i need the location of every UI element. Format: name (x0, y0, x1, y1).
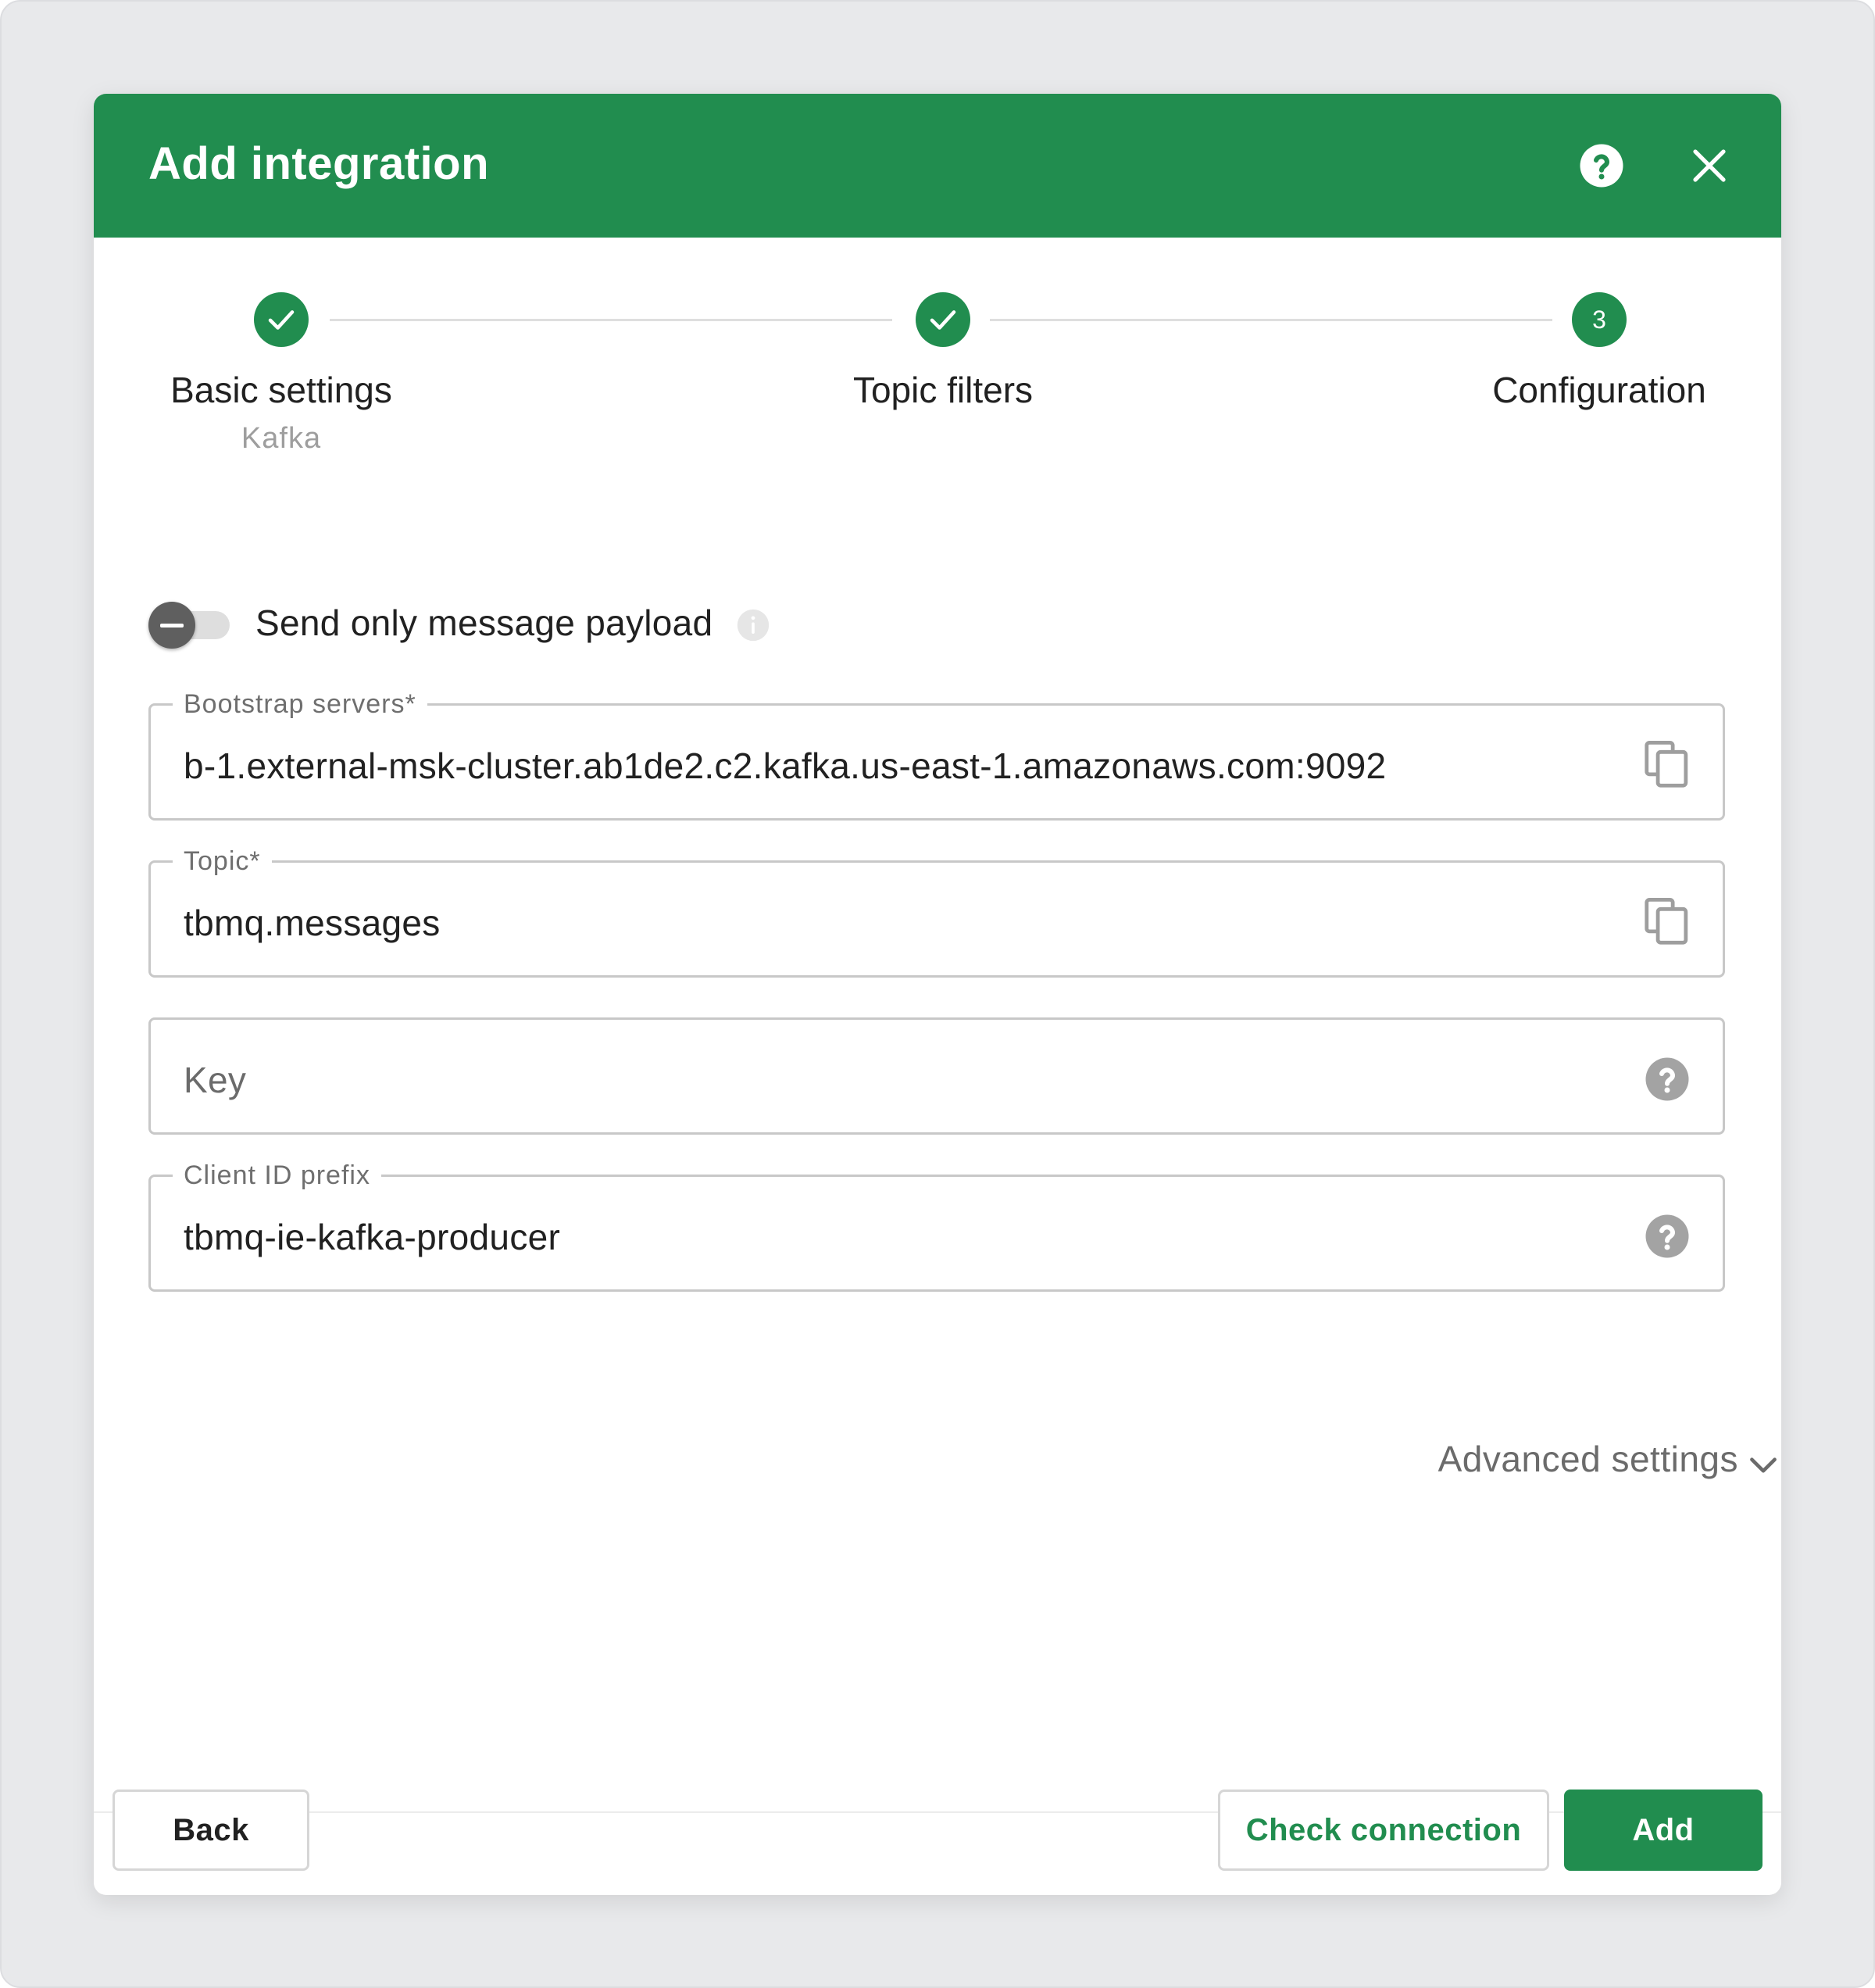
dialog-header: Add integration (94, 94, 1781, 238)
key-field[interactable]: Key (148, 1017, 1725, 1135)
step-number: 3 (1592, 305, 1606, 334)
client-id-prefix-label: Client ID prefix (173, 1158, 381, 1192)
payload-info-button[interactable] (736, 608, 770, 642)
dialog-title: Add integration (148, 138, 490, 189)
add-integration-dialog: Add integration 3 Basic settings Kafka T… (94, 94, 1781, 1895)
copy-icon (1645, 741, 1688, 788)
bootstrap-servers-input[interactable]: b-1.external-msk-cluster.ab1de2.c2.kafka… (184, 745, 1613, 787)
copy-topic-button[interactable] (1643, 898, 1691, 946)
step-3-active[interactable]: 3 (1572, 292, 1627, 347)
check-icon (930, 310, 956, 330)
add-button[interactable]: Add (1564, 1790, 1762, 1871)
close-icon (1693, 149, 1726, 182)
step-3-label: Configuration (1492, 370, 1706, 410)
topic-label: Topic* (173, 844, 272, 878)
bootstrap-servers-label: Bootstrap servers* (173, 687, 427, 721)
step-1-label: Basic settings (170, 370, 392, 410)
step-connector-2 (990, 319, 1552, 321)
topic-field[interactable]: Topic* tbmq.messages (148, 844, 1725, 978)
back-button[interactable]: Back (112, 1790, 309, 1871)
close-button[interactable] (1678, 134, 1741, 197)
info-icon (737, 609, 770, 642)
step-2-label: Topic filters (852, 370, 1034, 410)
send-payload-toggle[interactable] (148, 598, 242, 653)
bootstrap-servers-field[interactable]: Bootstrap servers* b-1.external-msk-clus… (148, 687, 1725, 821)
chevron-down-icon (1750, 1457, 1777, 1473)
check-icon (268, 310, 295, 330)
advanced-settings-toggle[interactable]: Advanced settings (1344, 1438, 1781, 1493)
key-help-button[interactable] (1643, 1055, 1691, 1103)
send-payload-label: Send only message payload (255, 602, 713, 643)
client-id-prefix-field[interactable]: Client ID prefix tbmq-ie-kafka-producer (148, 1158, 1725, 1292)
toggle-thumb (148, 602, 195, 649)
client-id-prefix-input[interactable]: tbmq-ie-kafka-producer (184, 1216, 1613, 1258)
check-connection-button[interactable]: Check connection (1218, 1790, 1549, 1871)
step-1-complete[interactable] (254, 292, 309, 347)
help-circle-icon (1580, 144, 1623, 188)
client-id-help-button[interactable] (1643, 1212, 1691, 1260)
advanced-settings-label: Advanced settings (1438, 1439, 1738, 1479)
help-circle-icon (1645, 1057, 1689, 1101)
topic-input[interactable]: tbmq.messages (184, 902, 1613, 944)
help-button[interactable] (1570, 134, 1633, 197)
step-1-sublabel: Kafka (241, 422, 322, 455)
step-2-complete[interactable] (916, 292, 970, 347)
key-input[interactable]: Key (184, 1059, 1613, 1101)
copy-bootstrap-button[interactable] (1643, 741, 1691, 789)
help-circle-icon (1645, 1214, 1689, 1258)
copy-icon (1645, 898, 1688, 945)
step-connector-1 (330, 319, 892, 321)
